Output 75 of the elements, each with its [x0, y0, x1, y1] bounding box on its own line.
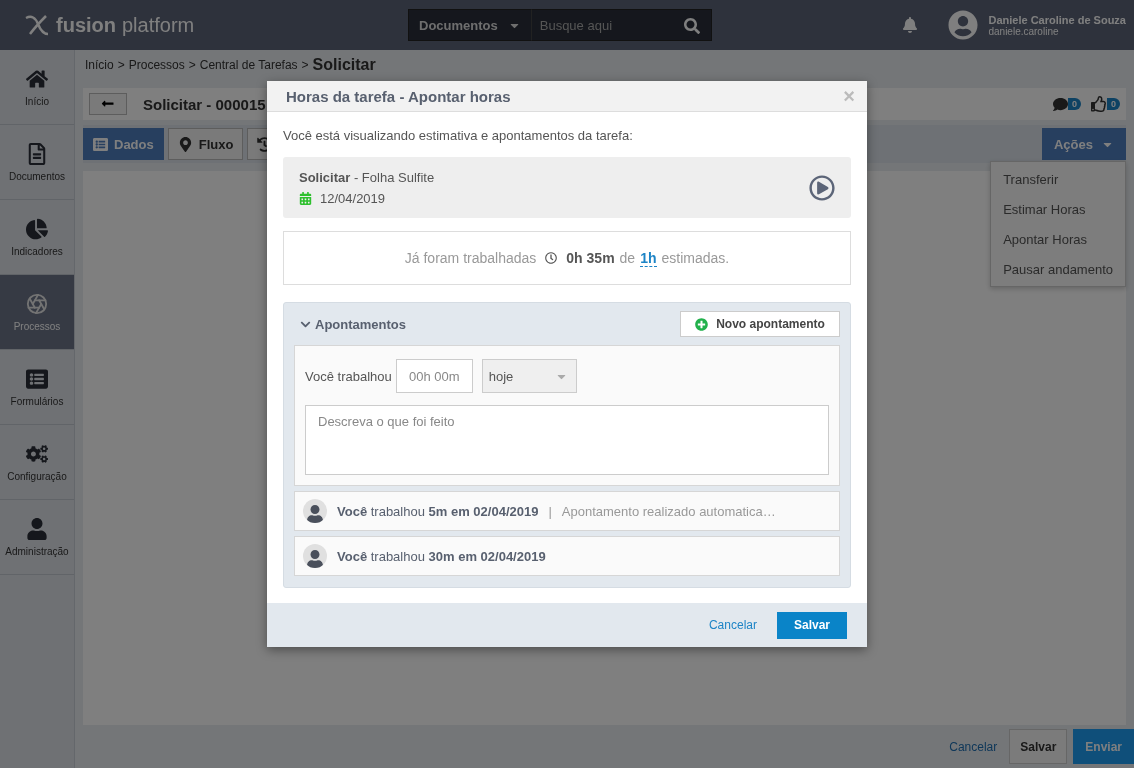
breadcrumb-current: Solicitar [312, 56, 376, 74]
list-icon [26, 367, 48, 390]
description-field[interactable]: Descreva o que foi feito [305, 405, 829, 475]
summary-text: de [619, 250, 636, 266]
avatar-icon [303, 499, 327, 523]
field-label: Você trabalhou [305, 368, 392, 384]
intro-text: Você está visualizando estimativa e apontamentos da tarefa: [283, 128, 634, 143]
brand-name: platform [122, 13, 195, 37]
save-button[interactable]: Salvar [1009, 729, 1068, 764]
cancel-link[interactable]: Cancelar [702, 617, 763, 633]
like-count: 0 [1107, 98, 1120, 110]
new-entry-button[interactable]: Novo apontamento [680, 311, 840, 337]
breadcrumb-link[interactable]: Início [85, 58, 114, 72]
search-scope-dropdown[interactable]: Documentos [408, 9, 532, 41]
avatar-icon [303, 544, 327, 568]
user-icon [26, 517, 48, 540]
sidebar-item[interactable]: Documentos [0, 125, 74, 200]
gears-icon [26, 442, 48, 465]
worked-hours: 0h 35m [566, 250, 615, 266]
cancel-link[interactable]: Cancelar [943, 739, 1004, 754]
day-select[interactable]: hoje [481, 359, 577, 393]
breadcrumb-separator: > [117, 58, 125, 72]
home-icon [26, 67, 48, 90]
time-field[interactable]: 00h 00m [395, 359, 473, 393]
entry-text: Você trabalhou 30m em 02/04/2019 [337, 548, 546, 564]
clock-icon [545, 252, 558, 264]
section-toggle[interactable]: Apontamentos [300, 316, 406, 332]
tab[interactable]: Fluxo [167, 128, 244, 160]
brand-name: fusion [56, 13, 116, 37]
summary-text: estimadas. [661, 250, 730, 266]
entry-text: Você trabalhou 5m em 02/04/2019 [337, 503, 539, 519]
calendar-icon [299, 191, 312, 205]
sidebar-item[interactable]: Administração [0, 500, 74, 575]
play-icon[interactable] [809, 174, 835, 201]
map-pin-icon [177, 136, 193, 152]
user-name: Daniele Caroline de Souza [988, 13, 1126, 26]
search-icon[interactable] [684, 18, 700, 34]
entry-note: Apontamento realizado automatica… [561, 503, 776, 519]
sidebar-item[interactable]: Processos [0, 275, 74, 350]
aperture-icon [26, 292, 48, 315]
plus-icon [695, 317, 709, 331]
breadcrumb-link[interactable]: Central de Tarefas [199, 58, 298, 72]
actions-button[interactable]: Ações [1041, 128, 1126, 160]
modal-title: Horas da tarefa - Apontar horas [286, 87, 511, 105]
task-name: Solicitar - Folha Sulfite [299, 169, 435, 185]
pie-chart-icon [26, 217, 48, 240]
sidebar-item[interactable]: Início [0, 50, 74, 125]
tab[interactable]: Dados [83, 128, 164, 160]
task-date: 12/04/2019 [320, 190, 386, 206]
menu-item[interactable]: Estimar Horas [991, 194, 1125, 224]
comment-icon[interactable] [1052, 96, 1068, 112]
menu-item[interactable]: Apontar Horas [991, 224, 1125, 254]
breadcrumb-separator: > [301, 58, 309, 72]
send-button[interactable]: Enviar [1073, 729, 1134, 764]
sidebar-item[interactable]: Configuração [0, 425, 74, 500]
user-login: daniele.caroline [988, 25, 1060, 37]
save-button[interactable]: Salvar [776, 611, 847, 639]
comment-count: 0 [1067, 98, 1081, 110]
search-field[interactable]: Busque aqui [531, 9, 712, 41]
separator-text: | [548, 503, 552, 519]
avatar-icon[interactable] [948, 10, 979, 40]
logo-icon [24, 12, 50, 38]
menu-item[interactable]: Pausar andamento [991, 254, 1125, 284]
task-title: Solicitar - 000015 [143, 95, 266, 113]
bell-icon[interactable] [902, 17, 919, 33]
summary-text: Já foram trabalhadas [404, 250, 537, 266]
thumbs-up-icon[interactable] [1091, 96, 1107, 112]
breadcrumb-link[interactable]: Processos [128, 58, 185, 72]
estimate-link[interactable]: 1h [640, 249, 657, 267]
sidebar-item[interactable]: Formulários [0, 350, 74, 425]
document-icon [26, 142, 48, 165]
breadcrumb-separator: > [188, 58, 196, 72]
back-button[interactable] [89, 93, 127, 115]
menu-item[interactable]: Transferir [991, 164, 1125, 194]
list-icon [93, 136, 108, 152]
